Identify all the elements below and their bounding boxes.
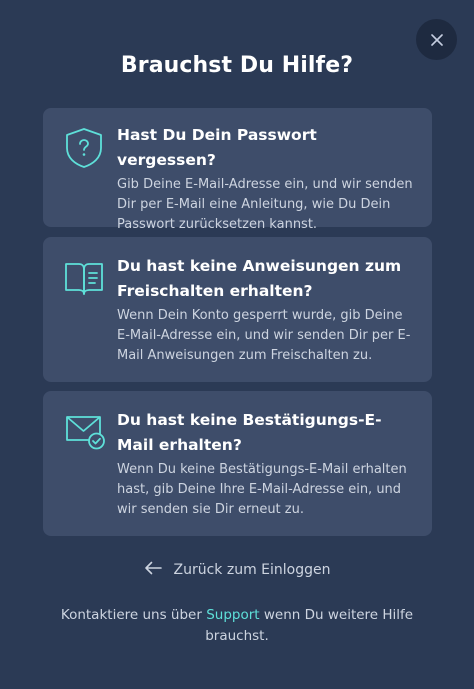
card-heading: Hast Du Dein Passwort vergessen? — [117, 126, 317, 169]
card-heading: Du hast keine Bestätigungs-E-Mail erhalt… — [117, 411, 382, 454]
card-heading: Du hast keine Anweisungen zum Freischalt… — [117, 257, 402, 300]
close-icon — [430, 33, 443, 46]
dialog-title: Brauchst Du Hilfe? — [120, 53, 354, 78]
support-link[interactable]: Support — [206, 607, 259, 623]
unlock-instructions-card[interactable]: Du hast keine Anweisungen zum Freischalt… — [43, 237, 432, 382]
support-footer: Kontaktiere uns über Support wenn Du wei… — [50, 605, 424, 647]
confirmation-email-card[interactable]: Du hast keine Bestätigungs-E-Mail erhalt… — [43, 391, 432, 536]
book-icon — [62, 256, 106, 300]
footer-text-before: Kontaktiere uns über — [60, 607, 207, 623]
card-description: Wenn Du keine Bestätigungs-E-Mail erhalt… — [117, 462, 407, 517]
card-description: Wenn Dein Konto gesperrt wurde, gib Dein… — [117, 308, 411, 363]
card-description: Gib Deine E-Mail-Adresse ein, und wir se… — [117, 177, 413, 232]
arrow-left-icon — [144, 561, 174, 579]
envelope-check-icon — [62, 410, 106, 454]
forgot-password-card[interactable]: Hast Du Dein Passwort vergessen? Gib Dei… — [43, 108, 432, 232]
back-to-login-link[interactable]: Zurück zum Einloggen — [0, 561, 474, 579]
back-to-login-label: Zurück zum Einloggen — [173, 562, 331, 578]
shield-question-icon — [62, 126, 106, 170]
